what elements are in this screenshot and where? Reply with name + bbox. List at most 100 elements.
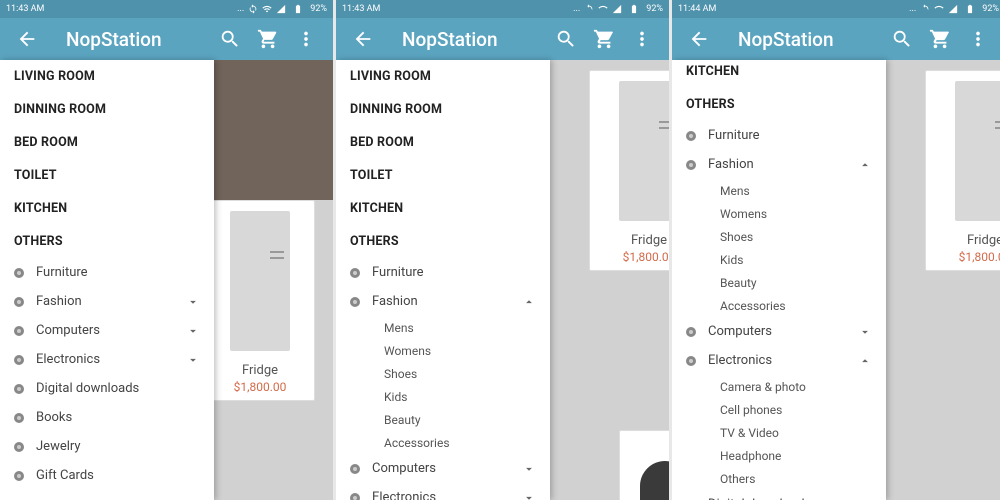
sub-accessories[interactable]: Accessories xyxy=(336,431,550,454)
screen-3: 11:44 AM ... 92% NopStation Fridge $1,80… xyxy=(672,0,1000,500)
cat-digital[interactable]: Digital downloads xyxy=(0,374,214,403)
app-bar: NopStation xyxy=(336,18,669,60)
sub-others[interactable]: Others xyxy=(672,467,886,490)
cat-computers[interactable]: Computers xyxy=(672,317,886,346)
bullet-icon xyxy=(350,464,360,474)
cat-furniture[interactable]: Furniture xyxy=(336,258,550,287)
battery-icon xyxy=(290,4,306,14)
sub-tv[interactable]: TV & Video xyxy=(672,421,886,444)
sub-beauty[interactable]: Beauty xyxy=(672,271,886,294)
sidebar-item-toilet[interactable]: TOILET xyxy=(0,159,214,192)
sidebar-item-bed[interactable]: BED ROOM xyxy=(336,126,550,159)
sub-shoes[interactable]: Shoes xyxy=(336,362,550,385)
cat-electronics[interactable]: Electronics xyxy=(336,483,550,500)
sync-icon xyxy=(248,4,258,14)
sidebar-item-dinning[interactable]: DINNING ROOM xyxy=(0,93,214,126)
cart-icon[interactable] xyxy=(929,28,951,50)
sidebar-item-others[interactable]: OTHERS xyxy=(672,88,886,121)
cat-label: Fashion xyxy=(372,294,522,309)
sub-mens[interactable]: Mens xyxy=(336,316,550,339)
cat-electronics[interactable]: Electronics xyxy=(0,345,214,374)
screen-1: 11:43 AM ... 92% NopStation Fridge $1,80… xyxy=(0,0,333,500)
search-icon[interactable] xyxy=(891,28,913,50)
overflow-icon[interactable] xyxy=(631,28,653,50)
battery-pct: 92% xyxy=(310,4,327,14)
cart-icon[interactable] xyxy=(593,28,615,50)
sidebar-item-others[interactable]: OTHERS xyxy=(0,225,214,258)
back-icon[interactable] xyxy=(16,28,38,50)
back-icon[interactable] xyxy=(688,28,710,50)
bullet-icon xyxy=(350,297,360,307)
back-icon[interactable] xyxy=(352,28,374,50)
status-time: 11:43 AM xyxy=(342,4,573,14)
search-icon[interactable] xyxy=(555,28,577,50)
product-card-fridge[interactable]: Fridge $1,800.00 xyxy=(589,70,669,271)
cat-books[interactable]: Books xyxy=(0,403,214,432)
cat-digital[interactable]: Digital downloads xyxy=(672,490,886,500)
sub-womens[interactable]: Womens xyxy=(336,339,550,362)
sub-kids[interactable]: Kids xyxy=(672,248,886,271)
product-name: Fridge xyxy=(926,233,1000,248)
sync-icon xyxy=(920,4,930,14)
status-right: ... 92% xyxy=(237,4,327,14)
product-card-fridge[interactable]: Fridge $1,800.00 xyxy=(205,200,315,401)
cat-label: Fashion xyxy=(36,294,186,309)
cat-furniture[interactable]: Furniture xyxy=(0,258,214,287)
cat-electronics[interactable]: Electronics xyxy=(672,346,886,375)
status-bar: 11:44 AM ... 92% xyxy=(672,0,1000,18)
sidebar-item-living[interactable]: LIVING ROOM xyxy=(0,60,214,93)
product-name: Fridge xyxy=(590,233,669,248)
sidebar-item-kitchen[interactable]: KITCHEN xyxy=(0,192,214,225)
cat-label: Fashion xyxy=(708,157,858,172)
sub-cell[interactable]: Cell phones xyxy=(672,398,886,421)
cat-furniture[interactable]: Furniture xyxy=(672,121,886,150)
status-time: 11:44 AM xyxy=(678,4,909,14)
sub-accessories[interactable]: Accessories xyxy=(672,294,886,317)
wifi-icon xyxy=(262,4,272,14)
cat-label: Furniture xyxy=(708,128,872,143)
cat-giftcards[interactable]: Gift Cards xyxy=(0,461,214,490)
sidebar-item-kitchen[interactable]: KITCHEN xyxy=(672,60,886,88)
sub-kids[interactable]: Kids xyxy=(336,385,550,408)
sub-womens[interactable]: Womens xyxy=(672,202,886,225)
product-card-chair[interactable] xyxy=(619,430,669,500)
cat-fashion[interactable]: Fashion xyxy=(0,287,214,316)
overflow-icon[interactable] xyxy=(967,28,989,50)
cart-icon[interactable] xyxy=(257,28,279,50)
sub-mens[interactable]: Mens xyxy=(672,179,886,202)
sidebar-item-others[interactable]: OTHERS xyxy=(336,225,550,258)
app-title: NopStation xyxy=(402,28,547,51)
sidebar-item-toilet[interactable]: TOILET xyxy=(336,159,550,192)
bullet-icon xyxy=(686,131,696,141)
sidebar-item-bed[interactable]: BED ROOM xyxy=(0,126,214,159)
status-dots: ... xyxy=(237,4,244,14)
sub-camera[interactable]: Camera & photo xyxy=(672,375,886,398)
product-card-fridge[interactable]: Fridge $1,800.00 xyxy=(925,70,1000,271)
cat-computers[interactable]: Computers xyxy=(336,454,550,483)
cat-label: Electronics xyxy=(708,353,858,368)
cat-fashion[interactable]: Fashion xyxy=(672,150,886,179)
chevron-up-icon xyxy=(522,295,536,309)
app-title: NopStation xyxy=(66,28,211,51)
cat-fashion[interactable]: Fashion xyxy=(336,287,550,316)
chevron-down-icon xyxy=(858,325,872,339)
sub-beauty[interactable]: Beauty xyxy=(336,408,550,431)
sidebar-item-kitchen[interactable]: KITCHEN xyxy=(336,192,550,225)
cat-computers[interactable]: Computers xyxy=(0,316,214,345)
fridge-image xyxy=(230,211,290,351)
sync-icon xyxy=(584,4,594,14)
wifi-icon xyxy=(598,4,608,14)
search-icon[interactable] xyxy=(219,28,241,50)
chevron-down-icon xyxy=(186,353,200,367)
cat-jewelry[interactable]: Jewelry xyxy=(0,432,214,461)
chevron-down-icon xyxy=(522,462,536,476)
sub-shoes[interactable]: Shoes xyxy=(672,225,886,248)
sub-headphone[interactable]: Headphone xyxy=(672,444,886,467)
cat-label: Computers xyxy=(708,324,858,339)
chevron-down-icon xyxy=(186,295,200,309)
overflow-icon[interactable] xyxy=(295,28,317,50)
status-time: 11:43 AM xyxy=(6,4,237,14)
sidebar-item-living[interactable]: LIVING ROOM xyxy=(336,60,550,93)
sidebar-item-dinning[interactable]: DINNING ROOM xyxy=(336,93,550,126)
cat-label: Books xyxy=(36,410,200,425)
